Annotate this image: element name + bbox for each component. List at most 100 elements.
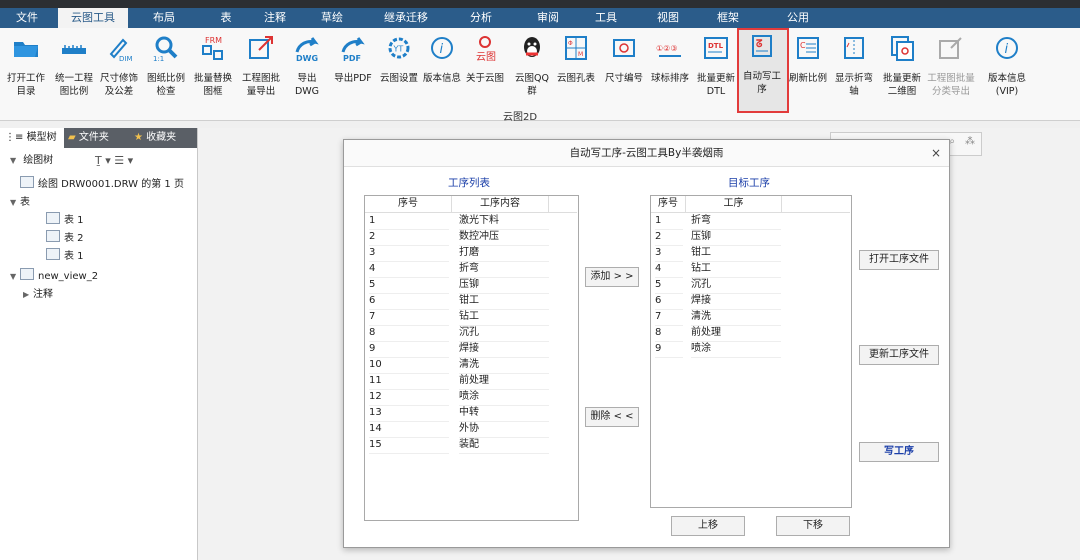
menu-item[interactable]: 布局 xyxy=(142,8,186,28)
menu-item[interactable]: 注释 xyxy=(254,8,296,28)
menu-item[interactable]: 工具 xyxy=(584,8,628,28)
tree-item[interactable]: 绘图 DRW0001.DRW 的第 1 页 xyxy=(10,176,184,194)
list-item-text[interactable]: 焊接 xyxy=(459,341,549,358)
list-item-index[interactable]: 9 xyxy=(369,341,449,358)
list-item-text[interactable]: 装配 xyxy=(459,437,549,454)
list-item-text[interactable]: 喷涂 xyxy=(459,389,549,406)
ribbon-button[interactable]: 云图QQ 群 xyxy=(509,32,555,102)
target-process-list[interactable]: 序号 工序 1 折弯 2 压铆 3 钳工 4 钻工 5 沉孔 6 焊接 7 清洗 8 前处理 9 喷涂 xyxy=(650,195,852,508)
list-item-index[interactable]: 5 xyxy=(369,277,449,294)
list-item-index[interactable]: 7 xyxy=(655,309,683,326)
list-item-index[interactable]: 11 xyxy=(369,373,449,390)
list-item-index[interactable]: 8 xyxy=(655,325,683,342)
ribbon-button[interactable]: FRM 批量替换 图框 xyxy=(190,32,236,102)
ribbon-button[interactable]: YT 云图设置 xyxy=(376,32,422,102)
list-item-index[interactable]: 3 xyxy=(369,245,449,262)
tree-item[interactable]: ▼ new_view_2 xyxy=(10,268,98,286)
ribbon-button[interactable]: 批量更新 二维图 xyxy=(879,32,925,102)
list-item-index[interactable]: 2 xyxy=(369,229,449,246)
list-item-index[interactable]: 3 xyxy=(655,245,683,262)
ribbon-button[interactable]: 1:1 图纸比例 检查 xyxy=(143,32,189,102)
ribbon-button[interactable]: Φ M 云图孔表 xyxy=(553,32,599,102)
menu-item[interactable]: 云图工具 xyxy=(58,8,128,28)
list-item-text[interactable]: 前处理 xyxy=(459,373,549,390)
list-item-index[interactable]: 7 xyxy=(369,309,449,326)
ribbon-button[interactable]: C 刷新比例 xyxy=(785,32,831,102)
list-item-index[interactable]: 12 xyxy=(369,389,449,406)
expand-arrow-icon[interactable]: ▼ xyxy=(10,194,20,212)
list-item-text[interactable]: 激光下料 xyxy=(459,213,549,230)
list-item-index[interactable]: 4 xyxy=(369,261,449,278)
list-item-text[interactable]: 压铆 xyxy=(691,229,781,246)
list-item-text[interactable]: 喷涂 xyxy=(691,341,781,358)
list-item-text[interactable]: 打磨 xyxy=(459,245,549,262)
list-item-text[interactable]: 钳工 xyxy=(459,293,549,310)
tree-item[interactable]: 表 1 xyxy=(36,212,84,230)
list-item-index[interactable]: 10 xyxy=(369,357,449,374)
tree-item[interactable]: ▶ 注释 xyxy=(23,286,53,304)
list-item-text[interactable]: 外协 xyxy=(459,421,549,438)
ribbon-button[interactable]: 打开工作 目录 xyxy=(3,32,49,102)
list-item-text[interactable]: 沉孔 xyxy=(459,325,549,342)
open-process-file-button[interactable]: 打开工序文件 xyxy=(859,250,939,270)
ribbon-button[interactable]: ᘔ 自动写工 序 xyxy=(737,28,789,113)
menu-item[interactable]: 继承迁移 xyxy=(368,8,444,28)
ribbon-button[interactable]: 尺寸编号 xyxy=(601,32,647,102)
menu-item[interactable]: 审阅 xyxy=(526,8,570,28)
ribbon-button[interactable]: 工程图批量 分类导出 xyxy=(927,32,975,102)
list-item-index[interactable]: 15 xyxy=(369,437,449,454)
list-item-text[interactable]: 中转 xyxy=(459,405,549,422)
tab-folder[interactable]: ▰ 文件夹 xyxy=(68,128,130,148)
menu-item[interactable]: 公用 xyxy=(774,8,822,28)
ribbon-button[interactable]: PDF 导出PDF xyxy=(330,32,376,102)
list-item-text[interactable]: 折弯 xyxy=(691,213,781,230)
menu-item[interactable]: 草绘 xyxy=(310,8,354,28)
list-item-index[interactable]: 8 xyxy=(369,325,449,342)
list-item-index[interactable]: 1 xyxy=(655,213,683,230)
list-item-text[interactable]: 前处理 xyxy=(691,325,781,342)
column-header-index[interactable]: 序号 xyxy=(651,196,686,213)
list-item-text[interactable]: 压铆 xyxy=(459,277,549,294)
ribbon-button[interactable]: 工程图批 量导出 xyxy=(238,32,284,102)
tree-filter-icon[interactable]: Ṯ ▾ ☰ ▾ xyxy=(95,154,133,167)
move-down-button[interactable]: 下移 xyxy=(776,516,850,536)
expand-arrow-icon[interactable]: ▼ xyxy=(10,268,20,286)
column-header-index[interactable]: 序号 xyxy=(365,196,452,213)
list-item-text[interactable]: 焊接 xyxy=(691,293,781,310)
list-item-index[interactable]: 13 xyxy=(369,405,449,422)
menu-item[interactable]: 视图 xyxy=(646,8,690,28)
ribbon-button[interactable]: ①②③ 球标排序 xyxy=(647,32,693,102)
list-item-text[interactable]: 钻工 xyxy=(691,261,781,278)
list-item-text[interactable]: 折弯 xyxy=(459,261,549,278)
tree-item[interactable]: 表 2 xyxy=(36,230,84,248)
ribbon-button[interactable]: i 版本信息 xyxy=(419,32,465,102)
list-item-index[interactable]: 5 xyxy=(655,277,683,294)
add-button[interactable]: 添加 > > xyxy=(585,267,639,287)
process-list[interactable]: 序号 工序内容 1 激光下料 2 数控冲压 3 打磨 4 折弯 5 压铆 6 钳工 7 钻工 8 沉孔 9 焊接 1… xyxy=(364,195,579,521)
menu-item[interactable]: 分析 xyxy=(456,8,506,28)
ribbon-button[interactable]: DWG 导出 DWG xyxy=(284,32,330,102)
menu-item[interactable]: 框架 xyxy=(706,8,750,28)
tree-item[interactable]: ▼ 表 xyxy=(10,194,30,212)
list-item-index[interactable]: 14 xyxy=(369,421,449,438)
list-item-text[interactable]: 清洗 xyxy=(691,309,781,326)
move-up-button[interactable]: 上移 xyxy=(671,516,745,536)
expand-arrow-icon[interactable]: ▶ xyxy=(23,286,33,304)
ribbon-button[interactable]: 云图 关于云图 xyxy=(462,32,508,102)
list-item-index[interactable]: 9 xyxy=(655,341,683,358)
list-item-index[interactable]: 1 xyxy=(369,213,449,230)
update-process-file-button[interactable]: 更新工序文件 xyxy=(859,345,939,365)
ribbon-button[interactable]: i 版本信息 (VIP) xyxy=(984,32,1030,102)
list-item-text[interactable]: 钻工 xyxy=(459,309,549,326)
remove-button[interactable]: 删除 < < xyxy=(585,407,639,427)
tree-item[interactable]: 表 1 xyxy=(36,248,84,266)
ribbon-button[interactable]: 显示折弯 轴 xyxy=(831,32,877,102)
ribbon-button[interactable]: 统一工程 图比例 xyxy=(51,32,97,102)
close-icon[interactable]: × xyxy=(931,140,941,166)
write-process-button[interactable]: 写工序 xyxy=(859,442,939,462)
ribbon-button[interactable]: DTL 批量更新 DTL xyxy=(693,32,739,102)
menu-item[interactable]: 文件 xyxy=(6,8,48,28)
column-header-process[interactable]: 工序 xyxy=(686,196,782,213)
tab-favorites[interactable]: ★ 收藏夹 xyxy=(134,128,196,148)
tab-model-tree[interactable]: ⋮≡ 模型树 xyxy=(0,128,64,148)
